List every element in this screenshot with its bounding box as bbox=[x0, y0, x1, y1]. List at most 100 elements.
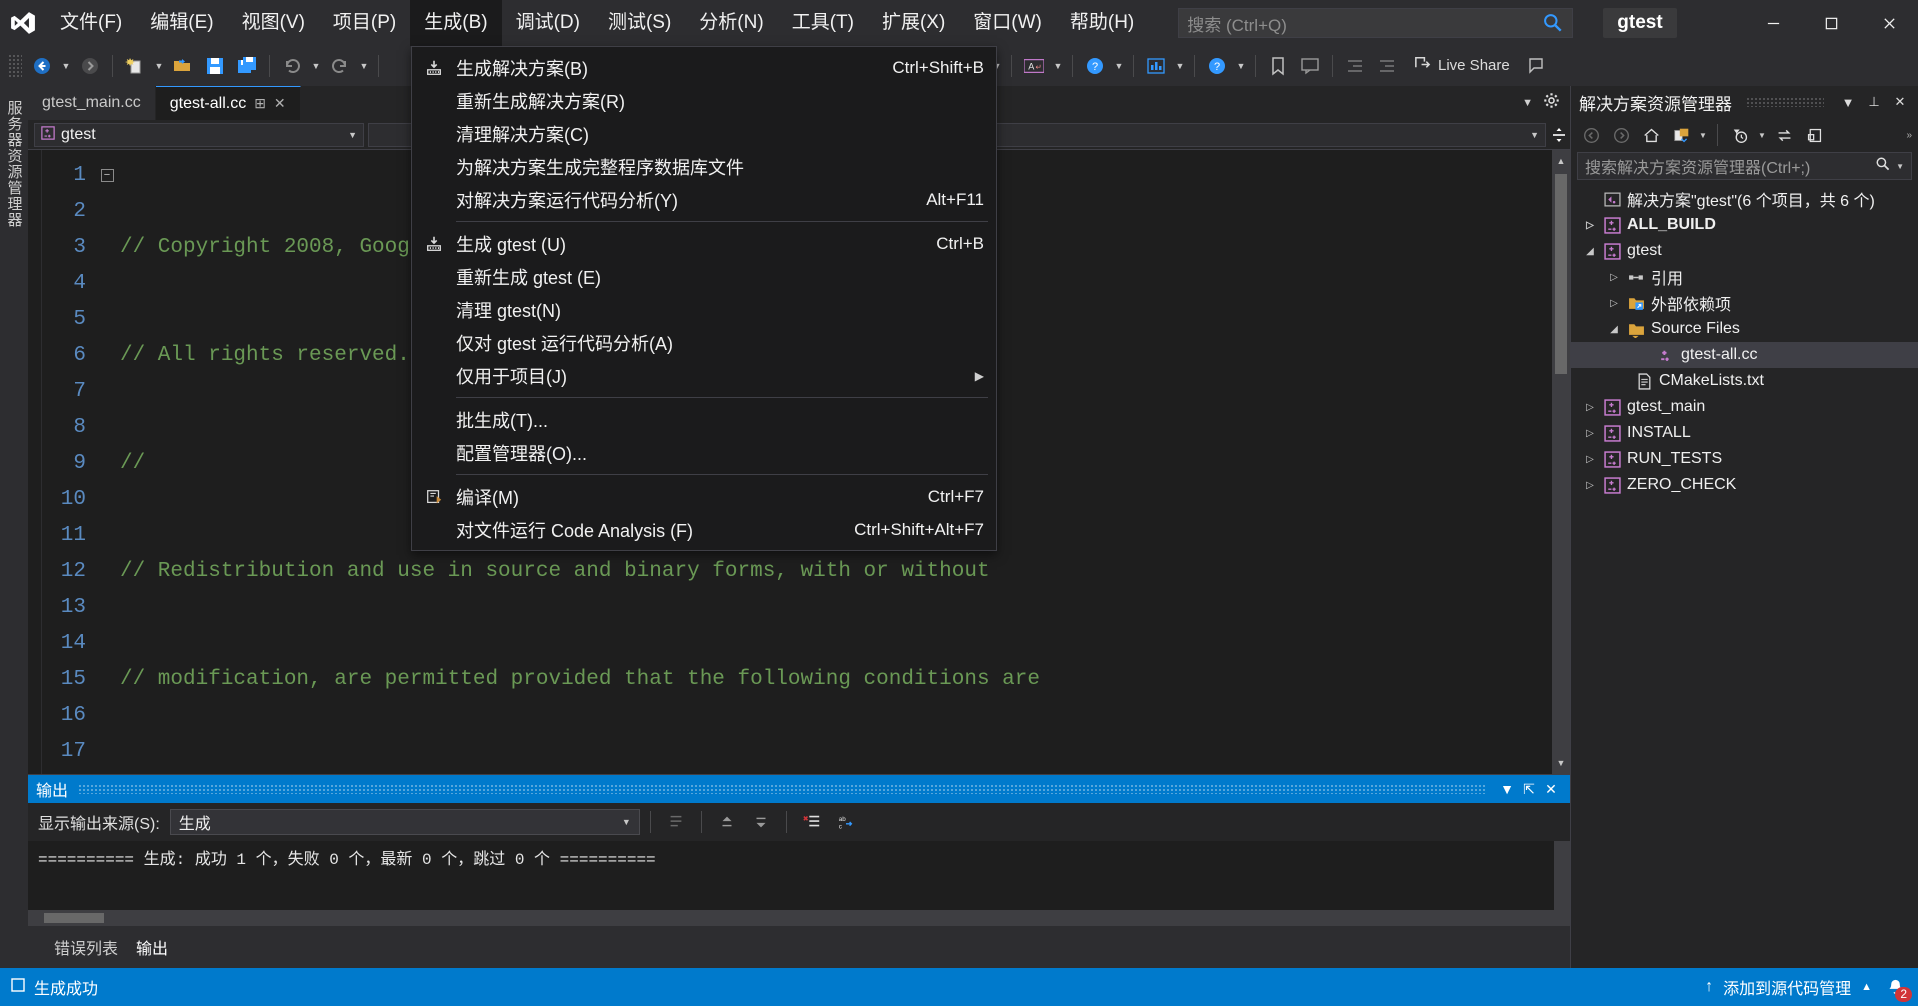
menu-item-compile[interactable]: 编译(M) Ctrl+F7 bbox=[412, 480, 996, 513]
tree-item-run-tests[interactable]: ▷ RUN_TESTS bbox=[1571, 446, 1918, 472]
switch-views-dropdown-icon[interactable]: ▼ bbox=[1697, 122, 1709, 148]
chevron-down-icon[interactable]: ▼ bbox=[1896, 162, 1904, 171]
tree-item-source-files[interactable]: ◢ Source Files bbox=[1571, 316, 1918, 342]
tree-twisty-collapsed-icon[interactable]: ▷ bbox=[1579, 480, 1601, 491]
diagnostics-icon[interactable] bbox=[1140, 50, 1172, 82]
properties-icon[interactable] bbox=[1800, 122, 1828, 148]
notifications-bell-icon[interactable]: 2 bbox=[1882, 974, 1912, 1002]
menu-extensions[interactable]: 扩展(X) bbox=[868, 0, 959, 46]
breadcrumb-project-selector[interactable]: gtest ▼ bbox=[34, 122, 364, 147]
menu-item-clean-gtest[interactable]: 清理 gtest(N) bbox=[412, 293, 996, 326]
scroll-up-icon[interactable]: ▲ bbox=[1552, 152, 1570, 170]
minimize-button[interactable] bbox=[1744, 0, 1802, 46]
select-all-dropdown-icon[interactable]: ▼ bbox=[1050, 50, 1066, 82]
menu-debug[interactable]: 调试(D) bbox=[502, 0, 594, 46]
new-project-dropdown-icon[interactable]: ▼ bbox=[151, 50, 167, 82]
bookmark-icon[interactable] bbox=[1262, 50, 1294, 82]
menu-tools[interactable]: 工具(T) bbox=[778, 0, 868, 46]
menu-analyze[interactable]: 分析(N) bbox=[685, 0, 777, 46]
home-icon[interactable] bbox=[1637, 122, 1665, 148]
menu-edit[interactable]: 编辑(E) bbox=[136, 0, 227, 46]
pin-panel-icon[interactable]: ⊥ bbox=[1864, 94, 1884, 110]
output-close-icon[interactable]: ✕ bbox=[1540, 781, 1562, 798]
tree-item-gtest-main[interactable]: ▷ gtest_main bbox=[1571, 394, 1918, 420]
toolbar-grip[interactable] bbox=[8, 54, 22, 78]
server-explorer-rail[interactable]: 服务器资源管理器 bbox=[0, 86, 28, 968]
document-tab-gtest-all[interactable]: gtest-all.cc ⊞ ✕ bbox=[155, 86, 301, 120]
clear-all-icon[interactable] bbox=[797, 808, 827, 836]
solution-tree[interactable]: 解决方案"gtest"(6 个项目，共 6 个) ▷ ALL_BUILD ◢ g… bbox=[1571, 184, 1918, 968]
tree-item-zero-check[interactable]: ▷ ZERO_CHECK bbox=[1571, 472, 1918, 498]
find-message-icon[interactable] bbox=[661, 808, 691, 836]
save-icon[interactable] bbox=[199, 50, 231, 82]
help-icon[interactable]: ? bbox=[1079, 50, 1111, 82]
menu-file[interactable]: 文件(F) bbox=[46, 0, 136, 46]
indent-decrease-icon[interactable] bbox=[1339, 50, 1371, 82]
editor-vertical-scrollbar[interactable]: ▲ ▼ bbox=[1552, 150, 1570, 774]
new-project-icon[interactable] bbox=[119, 50, 151, 82]
output-panel-grip[interactable] bbox=[78, 784, 1486, 794]
menu-item-clean-solution[interactable]: 清理解决方案(C) bbox=[412, 117, 996, 150]
back-icon[interactable] bbox=[1577, 122, 1605, 148]
switch-views-icon[interactable] bbox=[1667, 122, 1695, 148]
select-all-icon[interactable]: A ↵ bbox=[1018, 50, 1050, 82]
sync-with-active-document-icon[interactable] bbox=[1770, 122, 1798, 148]
menu-test[interactable]: 测试(S) bbox=[594, 0, 685, 46]
global-search-input[interactable]: 搜索 (Ctrl+Q) bbox=[1178, 8, 1574, 38]
fold-margin[interactable]: − bbox=[94, 150, 120, 774]
close-panel-icon[interactable]: ✕ bbox=[1890, 94, 1910, 110]
document-tab-gtest-main[interactable]: gtest_main.cc bbox=[28, 86, 156, 120]
save-all-icon[interactable] bbox=[231, 50, 263, 82]
menu-help[interactable]: 帮助(H) bbox=[1056, 0, 1148, 46]
menu-item-generate-full-pdb[interactable]: 为解决方案生成完整程序数据库文件 bbox=[412, 150, 996, 183]
tab-list-dropdown-icon[interactable]: ▼ bbox=[1522, 97, 1533, 109]
navigate-forward-icon[interactable] bbox=[74, 50, 106, 82]
pending-changes-icon[interactable] bbox=[1726, 122, 1754, 148]
navigate-backward-icon[interactable] bbox=[26, 50, 58, 82]
chevron-down-icon[interactable]: ▼ bbox=[622, 817, 631, 827]
overflow-icon[interactable]: » bbox=[1906, 130, 1912, 141]
panel-dropdown-icon[interactable]: ▼ bbox=[1838, 95, 1858, 110]
toggle-word-wrap-icon[interactable]: ab c bbox=[831, 808, 861, 836]
tree-item-solution[interactable]: 解决方案"gtest"(6 个项目，共 6 个) bbox=[1571, 186, 1918, 212]
tree-twisty-collapsed-icon[interactable]: ▷ bbox=[1603, 272, 1625, 283]
split-editor-icon[interactable] bbox=[1548, 127, 1570, 143]
output-dropdown-icon[interactable]: ▼ bbox=[1496, 781, 1518, 797]
question-dropdown-icon[interactable]: ▼ bbox=[1233, 50, 1249, 82]
add-to-source-control-button[interactable]: 添加到源代码管理 bbox=[1723, 975, 1851, 999]
redo-dropdown-icon[interactable]: ▼ bbox=[356, 50, 372, 82]
tree-item-cmakelists-txt[interactable]: CMakeLists.txt bbox=[1571, 368, 1918, 394]
tree-item-external-dependencies[interactable]: ▷ 外部依赖项 bbox=[1571, 290, 1918, 316]
tree-item-all-build[interactable]: ▷ ALL_BUILD bbox=[1571, 212, 1918, 238]
output-undock-icon[interactable]: ⇱ bbox=[1518, 781, 1540, 798]
tree-twisty-collapsed-icon[interactable]: ▷ bbox=[1603, 298, 1625, 309]
undo-icon[interactable] bbox=[276, 50, 308, 82]
tree-twisty-collapsed-icon[interactable]: ▷ bbox=[1579, 454, 1601, 465]
question-icon[interactable]: ? bbox=[1201, 50, 1233, 82]
help-dropdown-icon[interactable]: ▼ bbox=[1111, 50, 1127, 82]
tree-item-gtest[interactable]: ◢ gtest bbox=[1571, 238, 1918, 264]
menu-window[interactable]: 窗口(W) bbox=[959, 0, 1056, 46]
maximize-button[interactable] bbox=[1802, 0, 1860, 46]
source-control-upload-icon[interactable]: ↑ bbox=[1705, 978, 1713, 996]
menu-item-rebuild-solution[interactable]: 重新生成解决方案(R) bbox=[412, 84, 996, 117]
source-control-dropdown-icon[interactable]: ▲ bbox=[1861, 981, 1872, 993]
pending-changes-dropdown-icon[interactable]: ▼ bbox=[1756, 122, 1768, 148]
forward-icon[interactable] bbox=[1607, 122, 1635, 148]
chevron-down-icon[interactable]: ▼ bbox=[348, 130, 357, 140]
menu-view[interactable]: 视图(V) bbox=[228, 0, 319, 46]
fold-toggle-icon[interactable]: − bbox=[100, 169, 114, 182]
tree-twisty-collapsed-icon[interactable]: ▷ bbox=[1579, 402, 1601, 413]
output-horizontal-scrollbar[interactable] bbox=[28, 910, 1570, 926]
chevron-down-icon[interactable]: ▼ bbox=[1530, 130, 1539, 140]
scroll-down-icon[interactable]: ▼ bbox=[1552, 754, 1570, 772]
menu-item-rebuild-gtest[interactable]: 重新生成 gtest (E) bbox=[412, 260, 996, 293]
menu-item-configuration-manager[interactable]: 配置管理器(O)... bbox=[412, 436, 996, 469]
live-share-button[interactable]: Live Share bbox=[1403, 50, 1520, 82]
menu-item-build-gtest[interactable]: 生成 gtest (U) Ctrl+B bbox=[412, 227, 996, 260]
tree-twisty-expanded-icon[interactable]: ◢ bbox=[1579, 246, 1601, 257]
tree-twisty-collapsed-icon[interactable]: ▷ bbox=[1579, 428, 1601, 439]
output-vertical-scrollbar[interactable] bbox=[1554, 841, 1570, 910]
diagnostics-dropdown-icon[interactable]: ▼ bbox=[1172, 50, 1188, 82]
tree-twisty-expanded-icon[interactable]: ◢ bbox=[1603, 324, 1625, 335]
